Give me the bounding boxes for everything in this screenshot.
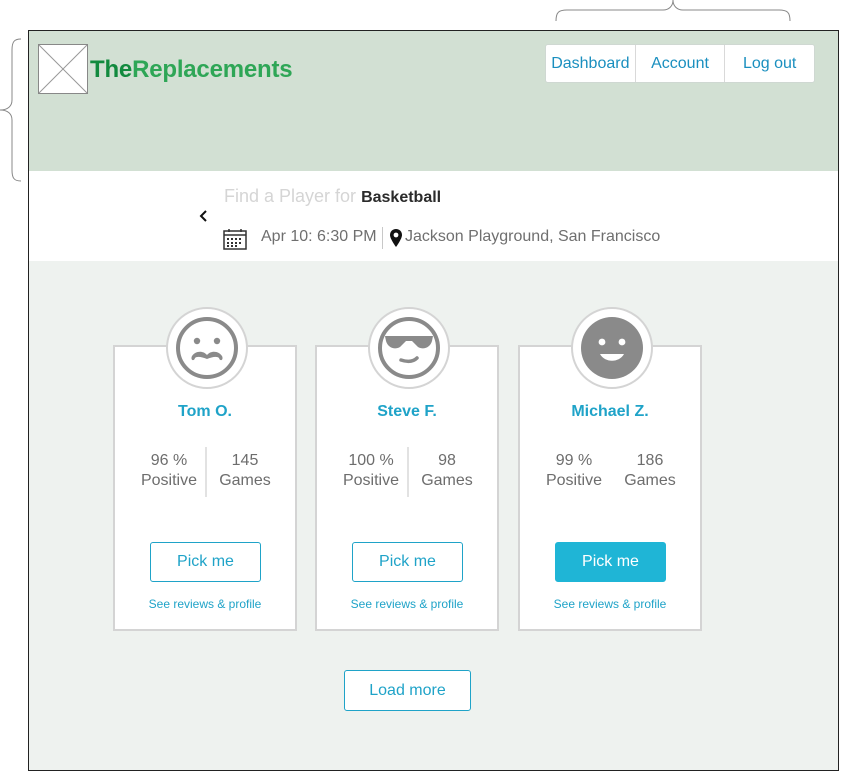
brand-name: TheReplacements: [90, 56, 293, 84]
positive-value: 96 %: [150, 452, 188, 469]
games-value: 145: [231, 452, 259, 469]
chevron-left-icon[interactable]: [197, 207, 211, 225]
games-label: Games: [421, 472, 473, 489]
player-card: Tom O. 96 % Positive 145 Games Pick me S…: [113, 307, 297, 631]
see-reviews-link[interactable]: See reviews & profile: [520, 597, 700, 611]
player-card: Michael Z. 99 % Positive 186 Games Pick …: [518, 307, 702, 631]
app-frame: TheReplacements Dashboard Account Log ou…: [28, 30, 839, 771]
player-name: Tom O.: [178, 403, 232, 420]
see-reviews-link[interactable]: See reviews & profile: [317, 597, 497, 611]
pick-me-button[interactable]: Pick me: [150, 542, 261, 582]
positive-stat: 100 % Positive: [331, 451, 411, 491]
games-value: 186: [636, 452, 664, 469]
positive-label: Positive: [342, 472, 400, 489]
load-more-button[interactable]: Load more: [344, 670, 471, 711]
find-player-heading: Find a Player for Basketball: [224, 186, 441, 207]
see-reviews-link[interactable]: See reviews & profile: [115, 597, 295, 611]
nav-dashboard[interactable]: Dashboard: [546, 45, 635, 82]
games-label: Games: [219, 472, 271, 489]
positive-stat: 99 % Positive: [534, 451, 614, 491]
avatar: [368, 307, 450, 389]
game-location: Jackson Playground, San Francisco: [405, 228, 661, 245]
game-datetime: Apr 10: 6:30 PM: [261, 228, 377, 245]
avatar: [166, 307, 248, 389]
top-nav: Dashboard Account Log out: [545, 44, 815, 83]
mustache-face-icon: [176, 317, 238, 379]
games-label: Games: [624, 472, 676, 489]
logo-placeholder: [38, 44, 88, 94]
pick-me-button-selected[interactable]: Pick me: [555, 542, 666, 582]
positive-value: 100 %: [348, 452, 394, 469]
top-annotation-brace: [555, 0, 791, 22]
game-context-bar: Find a Player for Basketball Apr 10: 6:3…: [29, 171, 838, 261]
positive-value: 99 %: [555, 452, 593, 469]
pick-me-button[interactable]: Pick me: [352, 542, 463, 582]
calendar-icon: [223, 229, 247, 250]
games-value: 98: [438, 452, 456, 469]
brand-part2: Replacements: [132, 56, 293, 83]
left-annotation-brace: [0, 38, 22, 182]
positive-stat: 96 % Positive: [129, 451, 209, 491]
games-stat: 186 Games: [610, 451, 690, 491]
games-stat: 145 Games: [205, 451, 285, 491]
image-placeholder-icon: [38, 44, 88, 94]
positive-label: Positive: [140, 472, 198, 489]
smiley-face-icon: [581, 317, 643, 379]
player-name: Steve F.: [377, 403, 437, 420]
find-prefix: Find a Player for: [224, 186, 357, 206]
location-pin-icon: [390, 229, 402, 247]
games-stat: 98 Games: [407, 451, 487, 491]
avatar: [571, 307, 653, 389]
positive-label: Positive: [545, 472, 603, 489]
nav-log-out[interactable]: Log out: [724, 45, 814, 82]
sunglasses-face-icon: [378, 317, 440, 379]
sport-name: Basketball: [361, 189, 442, 206]
player-name: Michael Z.: [571, 403, 649, 420]
player-card: Steve F. 100 % Positive 98 Games Pick me…: [315, 307, 499, 631]
nav-account[interactable]: Account: [634, 45, 725, 82]
separator: [382, 227, 383, 249]
header: TheReplacements Dashboard Account Log ou…: [29, 31, 838, 171]
brand-part1: The: [90, 56, 133, 83]
